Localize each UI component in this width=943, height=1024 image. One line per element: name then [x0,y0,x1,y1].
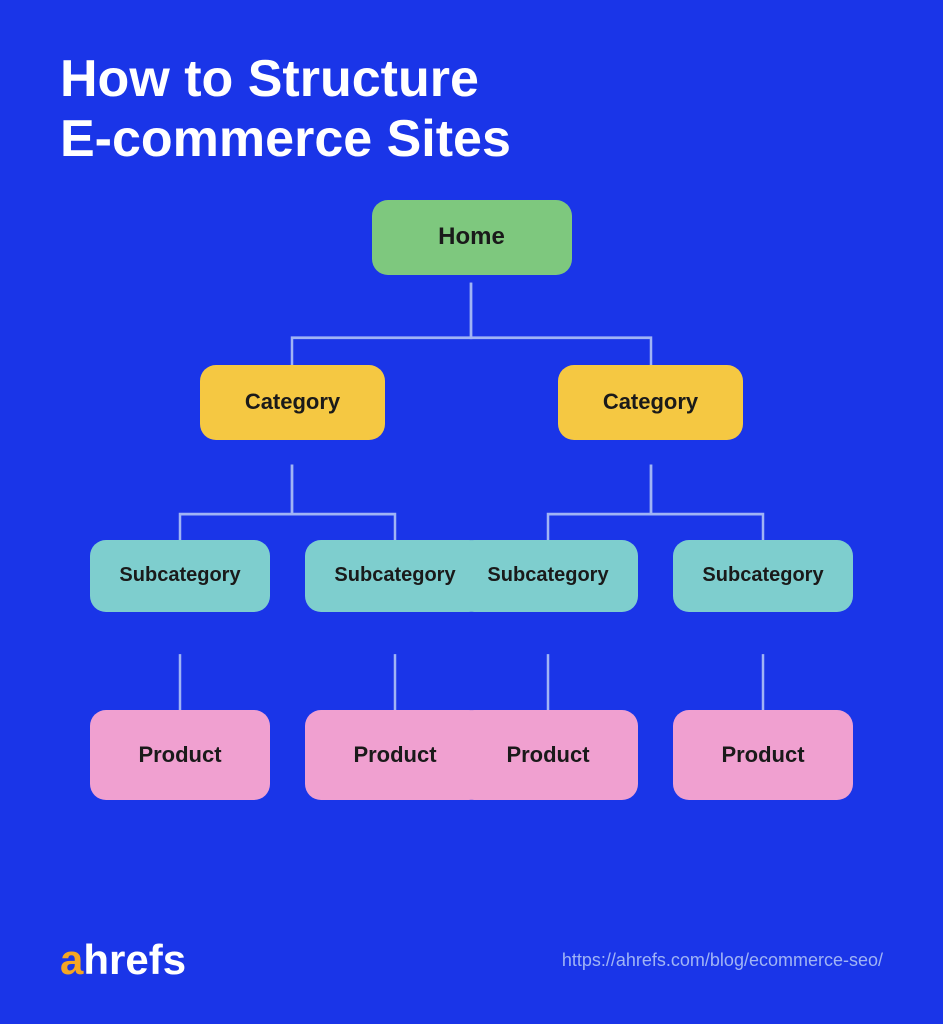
brand-letter-hrefs: hrefs [83,936,186,984]
node-subcategory-rr: Subcategory [673,540,853,612]
page-title: How to Structure E-commerce Sites [60,50,883,170]
node-product-rr: Product [673,710,853,800]
node-product-rl: Product [458,710,638,800]
brand-logo: a hrefs [60,936,186,984]
footer-url: https://ahrefs.com/blog/ecommerce-seo/ [562,950,883,971]
node-subcategory-rl: Subcategory [458,540,638,612]
node-category-left: Category [200,365,385,440]
diagram-area: Home Category Category Subcategory Subca… [60,200,883,916]
node-category-right: Category [558,365,743,440]
page-wrapper: How to Structure E-commerce Sites [0,0,943,1024]
node-home: Home [372,200,572,275]
footer: a hrefs https://ahrefs.com/blog/ecommerc… [60,936,883,984]
brand-letter-a: a [60,936,83,984]
node-product-ll: Product [90,710,270,800]
node-subcategory-ll: Subcategory [90,540,270,612]
